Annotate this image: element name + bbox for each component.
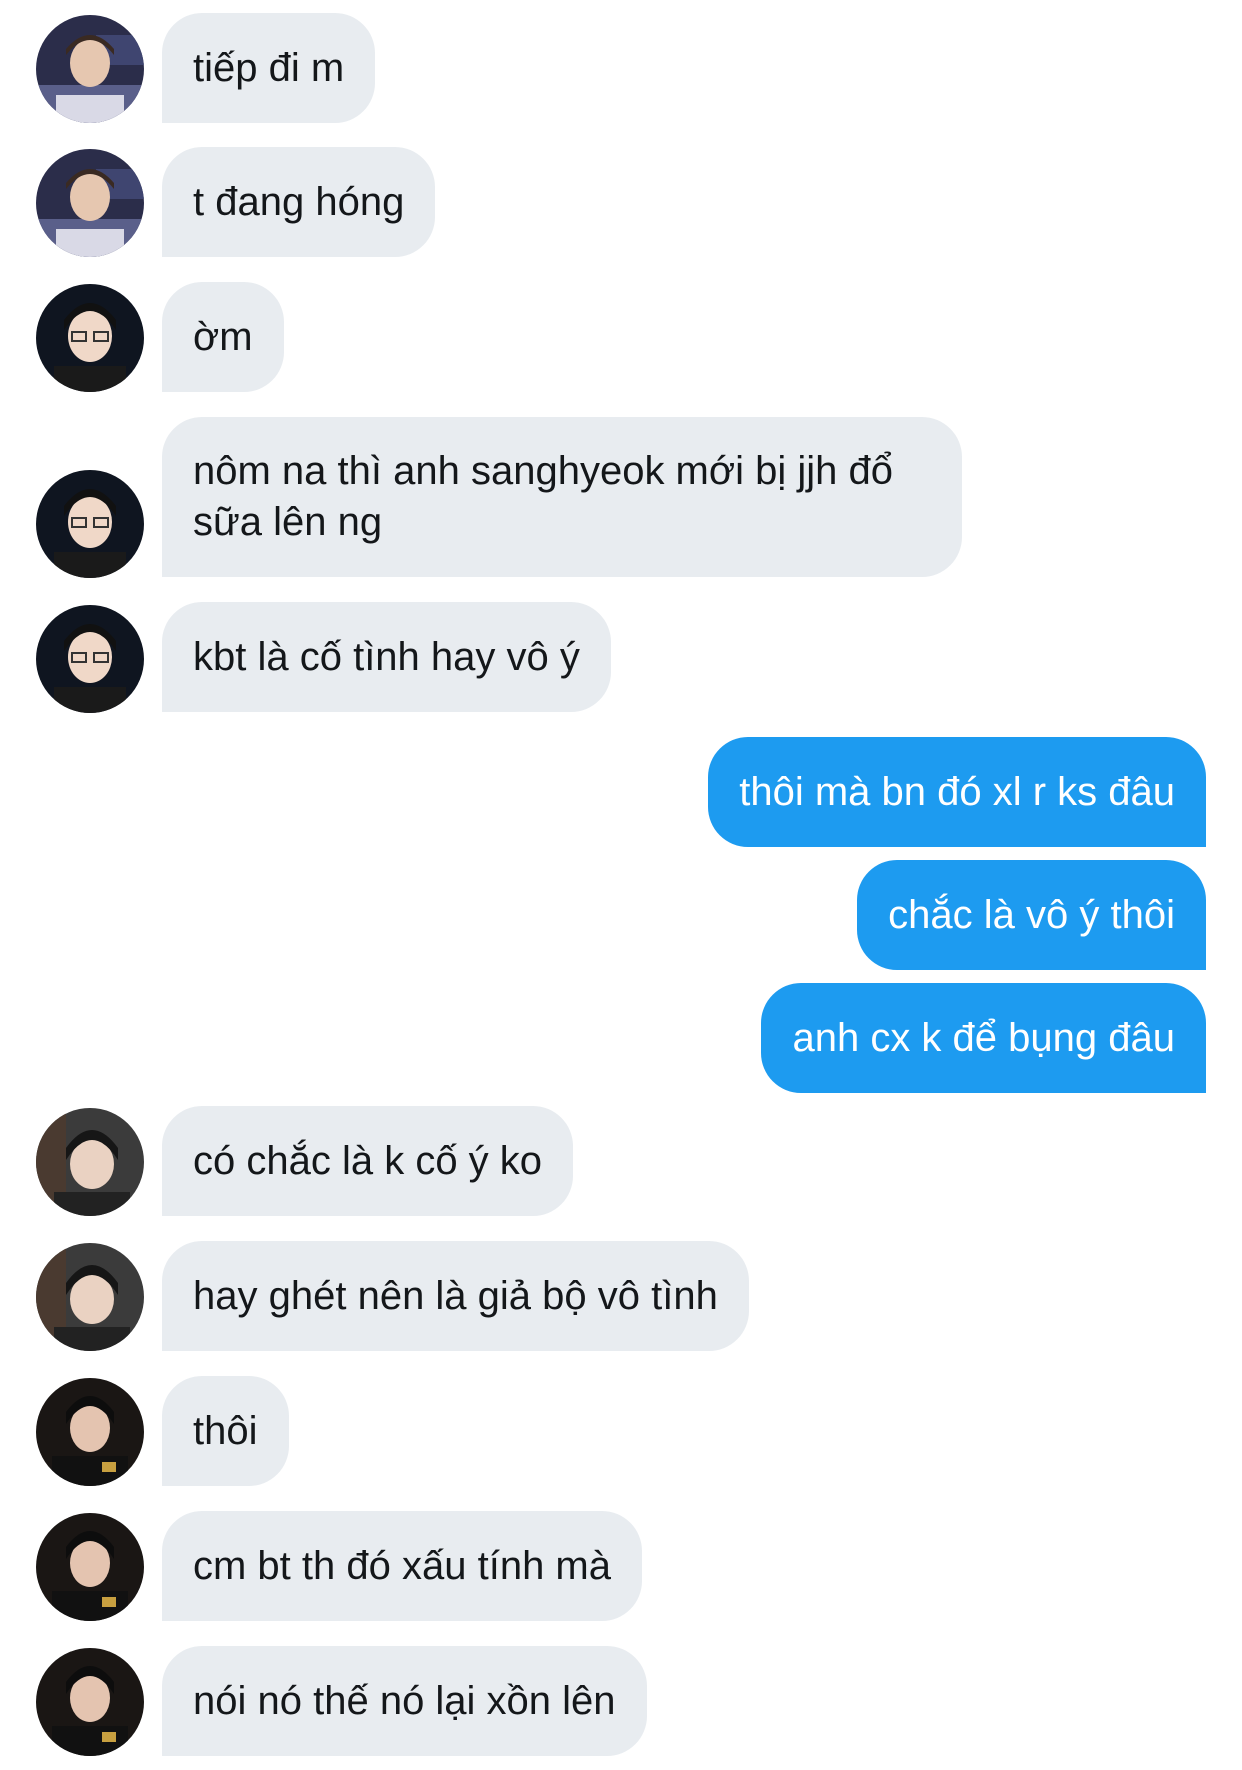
message-bubble-incoming[interactable]: có chắc là k cố ý ko	[162, 1106, 574, 1216]
message-bubble-outgoing[interactable]: chắc là vô ý thôi	[857, 860, 1206, 970]
message-bubble-incoming[interactable]: kbt là cố tình hay vô ý	[162, 602, 611, 712]
message-bubble-outgoing[interactable]: thôi mà bn đó xl r ks đâu	[708, 737, 1206, 847]
message-bubble-incoming[interactable]: tiếp đi m	[162, 13, 376, 123]
avatar-a[interactable]	[36, 149, 144, 257]
avatar-d[interactable]	[36, 1648, 144, 1756]
message-bubble-incoming[interactable]: nói nó thế nó lại xồn lên	[162, 1646, 647, 1756]
avatar-d[interactable]	[36, 1378, 144, 1486]
avatar-b[interactable]	[36, 605, 144, 713]
avatar-b[interactable]	[36, 284, 144, 392]
message-bubble-incoming[interactable]: t đang hóng	[162, 147, 436, 257]
avatar-c[interactable]	[36, 1243, 144, 1351]
message-bubble-outgoing[interactable]: anh cx k để bụng đâu	[761, 983, 1206, 1093]
message-bubble-incoming[interactable]: thôi	[162, 1376, 289, 1486]
message-bubble-incoming[interactable]: hay ghét nên là giả bộ vô tình	[162, 1241, 749, 1351]
avatar-a[interactable]	[36, 15, 144, 123]
message-bubble-incoming[interactable]: cm bt th đó xấu tính mà	[162, 1511, 642, 1621]
avatar-d[interactable]	[36, 1513, 144, 1621]
avatar-b[interactable]	[36, 470, 144, 578]
avatar-c[interactable]	[36, 1108, 144, 1216]
message-bubble-incoming[interactable]: nôm na thì anh sanghyeok mới bị jjh đổ s…	[162, 417, 962, 577]
message-bubble-incoming[interactable]: ờm	[162, 282, 284, 392]
